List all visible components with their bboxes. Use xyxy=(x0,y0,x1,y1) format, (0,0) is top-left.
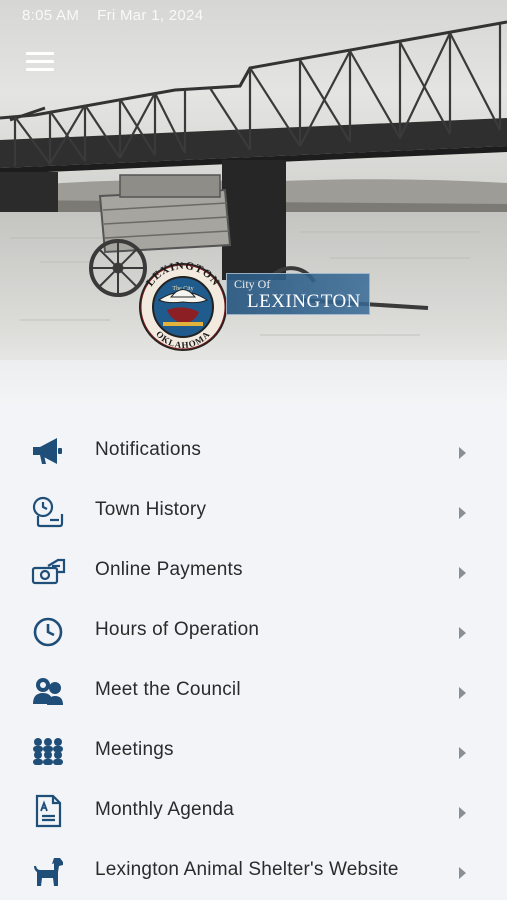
hero-header: 8:05 AM Fri Mar 1, 2024 LEXINGTON OKLAHOM… xyxy=(0,0,507,405)
menu-item-meetings[interactable]: Meetings xyxy=(0,720,507,780)
main-menu: Notifications Town History Online Paymen… xyxy=(0,420,507,900)
status-bar: 8:05 AM Fri Mar 1, 2024 xyxy=(22,7,203,24)
meeting-group-icon xyxy=(30,734,66,768)
payment-card-icon xyxy=(30,554,66,588)
banner-city-name: LEXINGTON xyxy=(247,291,361,312)
history-scroll-icon xyxy=(30,494,66,528)
menu-item-hours-of-operation[interactable]: Hours of Operation xyxy=(0,600,507,660)
clock-icon xyxy=(30,614,66,648)
menu-item-label: Hours of Operation xyxy=(95,619,260,640)
chevron-right-icon xyxy=(459,687,466,699)
banner-city-of: City Of xyxy=(234,277,271,291)
menu-item-label: Lexington Animal Shelter's Website xyxy=(95,859,399,880)
megaphone-icon xyxy=(30,434,66,468)
menu-item-animal-shelter[interactable]: Lexington Animal Shelter's Website xyxy=(0,840,507,900)
chevron-right-icon xyxy=(459,627,466,639)
chevron-right-icon xyxy=(459,747,466,759)
dog-icon xyxy=(30,854,66,888)
people-icon xyxy=(30,674,66,708)
hamburger-menu-icon[interactable] xyxy=(26,52,54,74)
menu-item-label: Town History xyxy=(95,499,207,520)
status-date: Fri Mar 1, 2024 xyxy=(97,7,204,24)
menu-item-label: Online Payments xyxy=(95,559,243,580)
menu-item-label: Meet the Council xyxy=(95,679,241,700)
chevron-right-icon xyxy=(459,567,466,579)
menu-item-label: Monthly Agenda xyxy=(95,799,235,820)
menu-item-label: Meetings xyxy=(95,739,174,760)
document-icon xyxy=(30,794,66,828)
chevron-right-icon xyxy=(459,447,466,459)
city-seal-logo: LEXINGTON OKLAHOMA The City xyxy=(139,262,227,351)
menu-item-meet-the-council[interactable]: Meet the Council xyxy=(0,660,507,720)
chevron-right-icon xyxy=(459,867,466,879)
menu-item-notifications[interactable]: Notifications xyxy=(0,420,507,480)
city-banner: City Of LEXINGTON xyxy=(226,273,370,315)
menu-item-online-payments[interactable]: Online Payments xyxy=(0,540,507,600)
bridge-photo xyxy=(0,0,507,405)
menu-item-monthly-agenda[interactable]: Monthly Agenda xyxy=(0,780,507,840)
status-time: 8:05 AM xyxy=(22,7,80,24)
menu-item-label: Notifications xyxy=(95,439,202,460)
chevron-right-icon xyxy=(459,507,466,519)
chevron-right-icon xyxy=(459,807,466,819)
menu-item-town-history[interactable]: Town History xyxy=(0,480,507,540)
